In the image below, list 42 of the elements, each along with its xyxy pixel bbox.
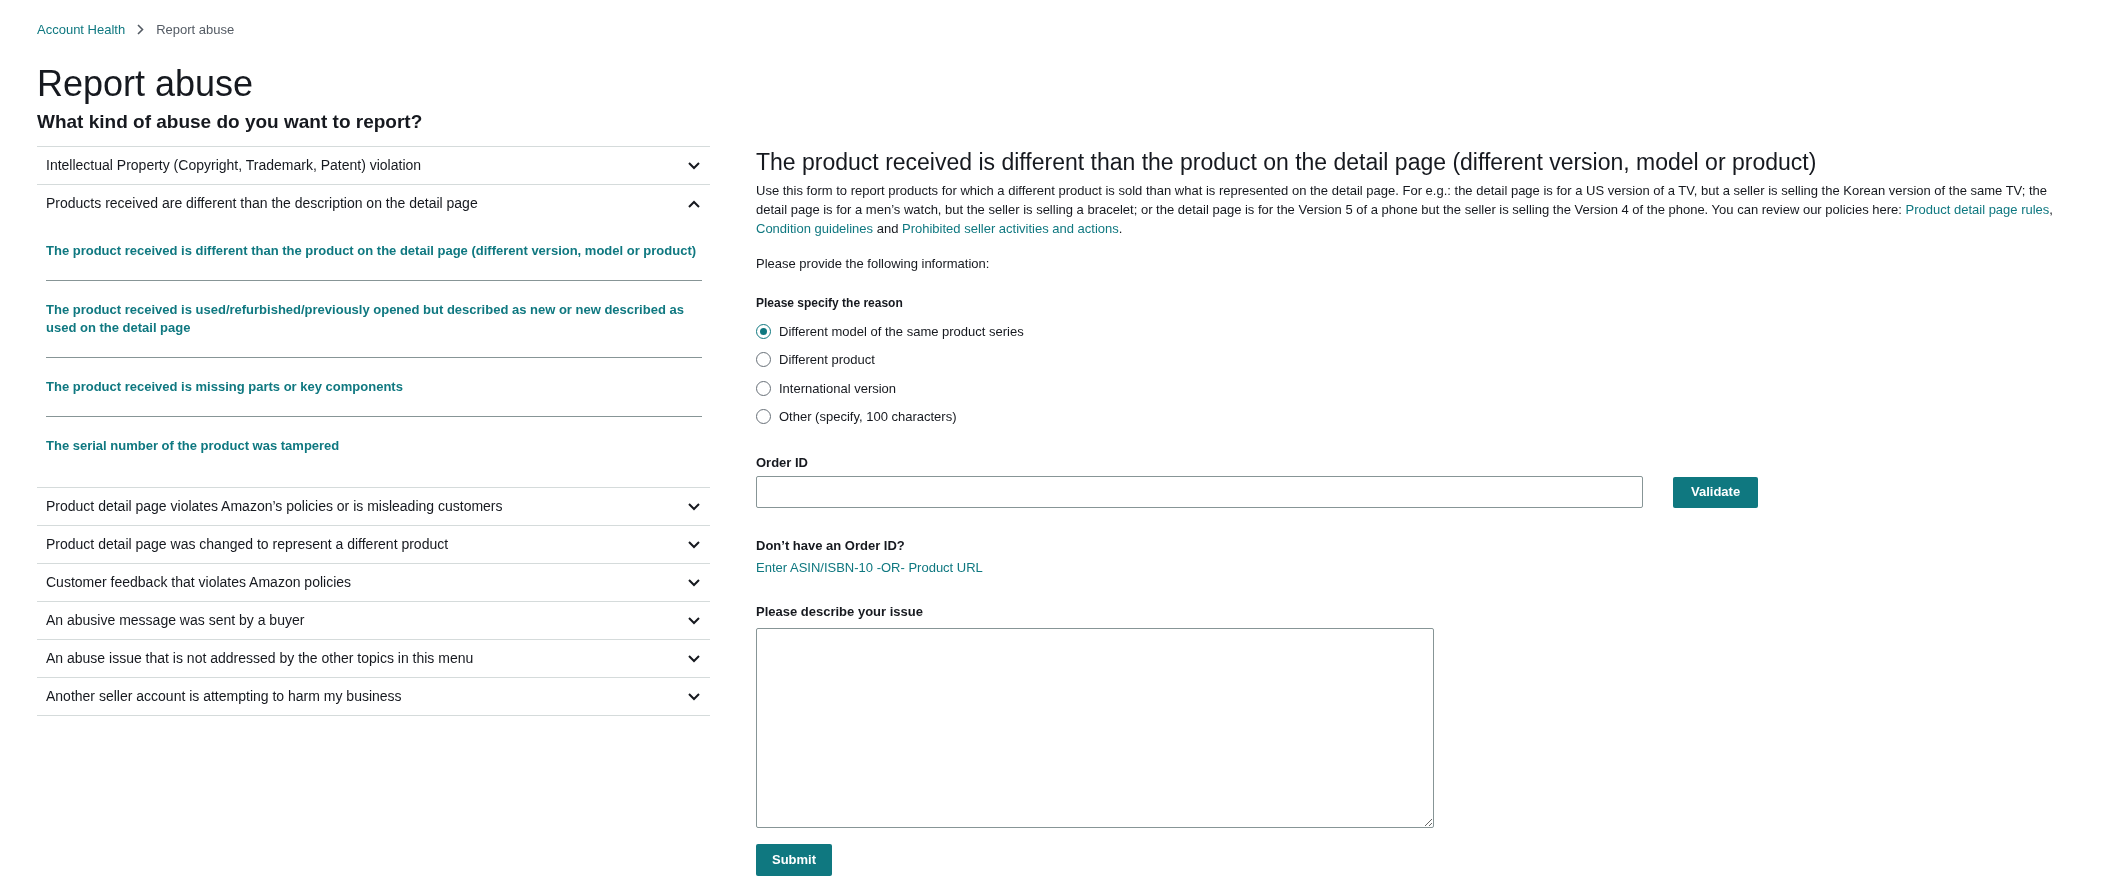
- form-description: Use this form to report products for which a different product is sold than what is represented on the detail page. For e.g.: the detail page is for a US version of a TV, but a seller is selling the Korean version of the same TV; the detail page is for a men’s watch, but the seller is selling a bracelet; or the detail page is for the Version 5 of a phone but the seller is selling the Version 4 of the phone. You can review our policies here: Product detail page rules, Condition guidelines and Prohibited seller activities and actions.: [756, 182, 2054, 238]
- instruction-text: Please provide the following information:: [756, 255, 991, 273]
- form-heading: The product received is different than the product on the detail page (different version, model or product): [756, 148, 1818, 177]
- chevron-right-icon: [137, 24, 145, 36]
- chevron-down-icon: [688, 161, 700, 170]
- subcategory-link[interactable]: The serial number of the product was tampered: [46, 417, 702, 475]
- asin-link[interactable]: Enter ASIN/ISBN-10 -OR- Product URL: [756, 557, 2075, 577]
- chevron-down-icon: [688, 654, 700, 663]
- submit-button[interactable]: Submit: [756, 843, 833, 876]
- accordion-header[interactable]: Product detail page was changed to represent a different product: [37, 526, 710, 563]
- accordion-header[interactable]: Intellectual Property (Copyright, Trademark, Patent) violation: [37, 147, 710, 184]
- breadcrumb-current: Report abuse: [156, 21, 235, 39]
- radio-label: Different product: [779, 351, 875, 369]
- subcategory-link[interactable]: The product received is missing parts or key components: [46, 358, 702, 416]
- validate-button[interactable]: Validate: [1673, 476, 1759, 508]
- accordion-header[interactable]: Product detail page violates Amazon’s policies or is misleading customers: [37, 488, 710, 525]
- accordion-header[interactable]: An abusive message was sent by a buyer: [37, 602, 710, 639]
- subcategory-link[interactable]: The product received is used/refurbished/previously opened but described as new or new described as used on the detail page: [46, 281, 702, 357]
- no-order-label: Don’t have an Order ID?: [756, 537, 906, 555]
- accordion-header[interactable]: Products received are different than the description on the detail page: [37, 185, 710, 222]
- reason-label: Please specify the reason: [756, 294, 904, 312]
- accordion-header[interactable]: Another seller account is attempting to harm my business: [37, 678, 710, 715]
- radio-label: Other (specify, 100 characters): [779, 408, 957, 426]
- chevron-down-icon: [688, 692, 700, 701]
- accordion-header[interactable]: Customer feedback that violates Amazon policies: [37, 564, 710, 601]
- order-id-input[interactable]: [756, 476, 1643, 508]
- describe-label: Please describe your issue: [756, 603, 924, 621]
- policy-link[interactable]: Prohibited seller activities and actions: [902, 221, 1119, 236]
- page-subtitle: What kind of abuse do you want to report?: [37, 109, 424, 134]
- chevron-down-icon: [688, 616, 700, 625]
- breadcrumb-link[interactable]: Account Health: [37, 20, 126, 40]
- radio-label: International version: [779, 379, 897, 398]
- page-title: Report abuse: [37, 61, 255, 106]
- chevron-down-icon: [688, 540, 700, 549]
- radio-label: Different model of the same product series: [779, 322, 1024, 341]
- policy-link[interactable]: Condition guidelines: [756, 221, 874, 236]
- order-id-label: Order ID: [756, 453, 809, 472]
- chevron-down-icon: [688, 578, 700, 587]
- accordion-header[interactable]: An abuse issue that is not addressed by the other topics in this menu: [37, 640, 710, 677]
- chevron-up-icon: [688, 199, 700, 208]
- subcategory-link[interactable]: The product received is different than the product on the detail page (different version, model or product): [46, 222, 702, 280]
- chevron-down-icon: [688, 502, 700, 511]
